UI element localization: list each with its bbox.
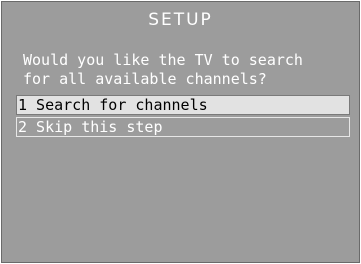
setup-prompt: Would you like the TV to search for all … [23,51,303,89]
setup-title: SETUP [148,10,213,30]
setup-screen: SETUP Would you like the TV to search fo… [1,1,360,263]
prompt-line-2: for all available channels? [23,70,267,88]
option-search-for-channels[interactable]: 1 Search for channels [16,95,350,115]
prompt-line-1: Would you like the TV to search [23,51,303,69]
option-skip-this-step[interactable]: 2 Skip this step [16,117,350,137]
